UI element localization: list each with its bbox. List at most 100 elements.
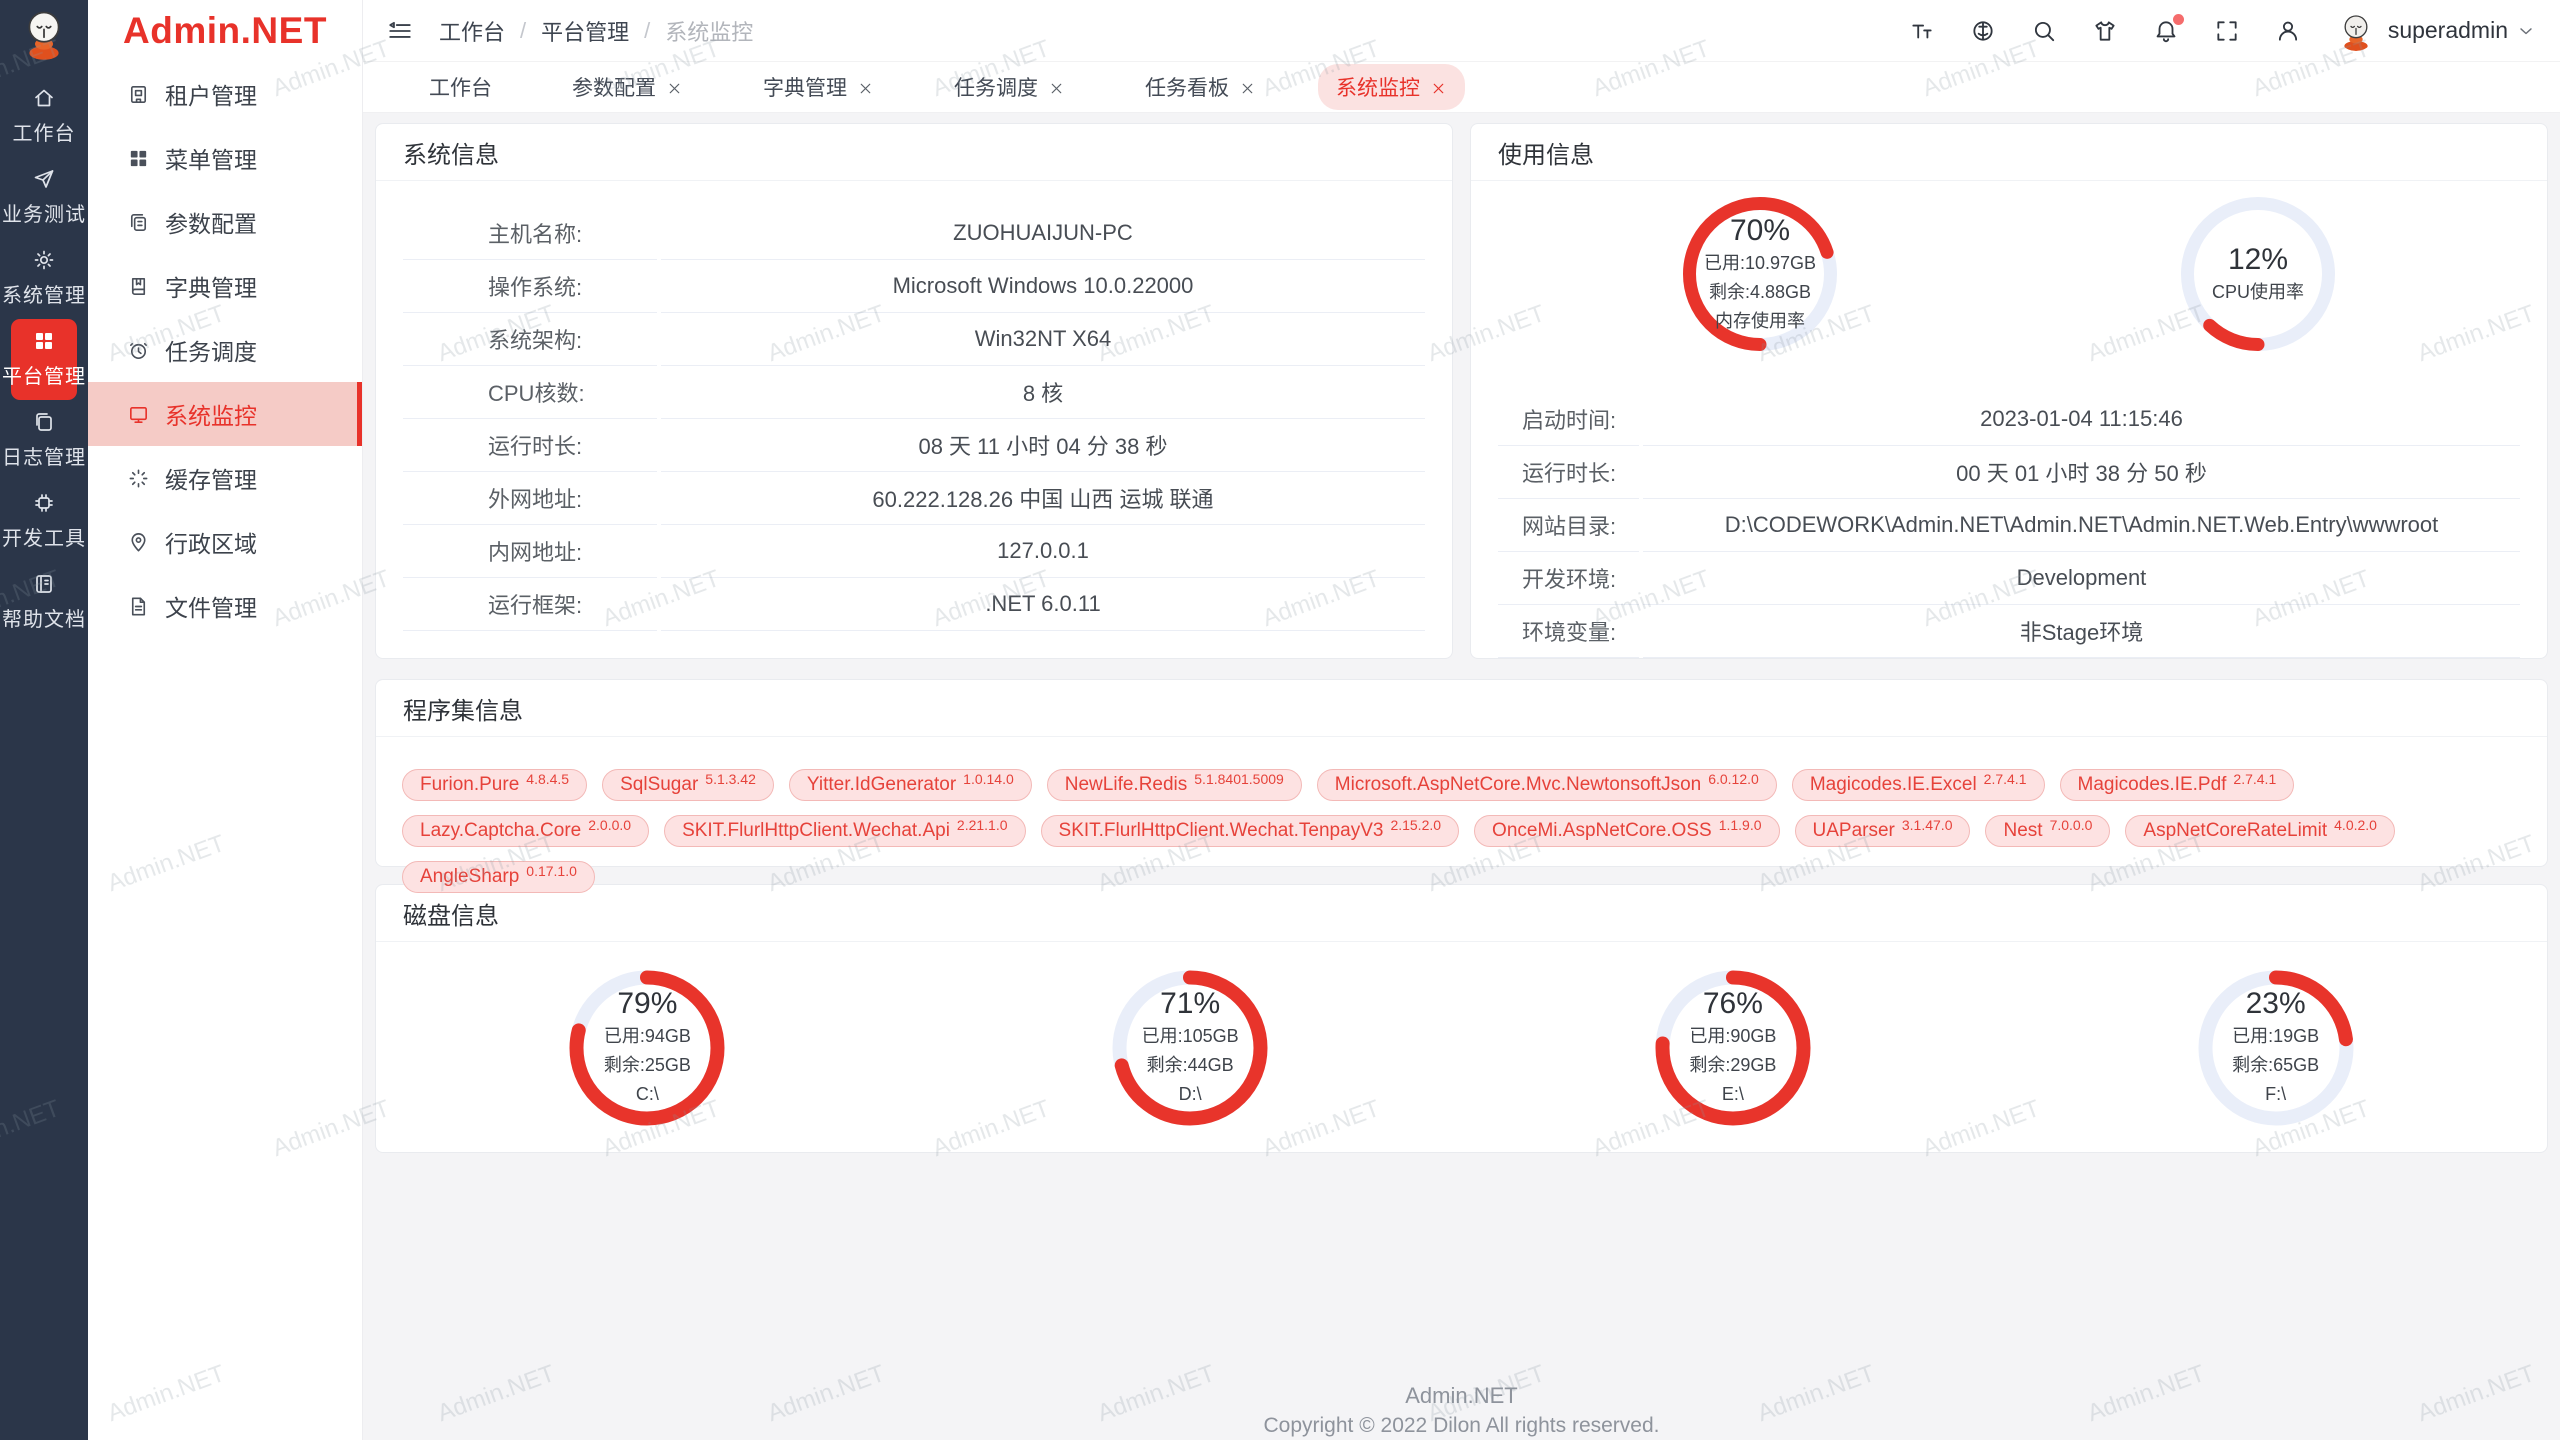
- notebook-icon: [32, 572, 56, 596]
- rail-item-1[interactable]: 业务测试: [0, 157, 88, 238]
- info-row-label: CPU核数:: [403, 366, 657, 419]
- rail-item-6[interactable]: 帮助文档: [0, 562, 88, 643]
- close-icon[interactable]: [1430, 79, 1447, 96]
- usage-info-table: 启动时间:2023-01-04 11:15:46运行时长:00 天 01 小时 …: [1498, 393, 2520, 658]
- assembly-tag: SKIT.FlurlHttpClient.Wechat.Api2.21.1.0: [664, 815, 1025, 847]
- info-row: 运行时长:08 天 11 小时 04 分 38 秒: [403, 419, 1425, 472]
- rail-item-0[interactable]: 工作台: [0, 76, 88, 157]
- rail-item-3[interactable]: 平台管理: [11, 319, 77, 400]
- rail-item-label: 平台管理: [2, 360, 86, 389]
- bell-icon[interactable]: [2153, 18, 2179, 44]
- info-row: 主机名称:ZUOHUAIJUN-PC: [403, 207, 1425, 260]
- gauge-79: 79%已用:94GB剩余:25GBC:\: [569, 970, 725, 1126]
- close-icon[interactable]: [1048, 79, 1065, 96]
- assembly-tag: Microsoft.AspNetCore.Mvc.NewtonsoftJson6…: [1317, 769, 1777, 801]
- close-icon[interactable]: [666, 79, 683, 96]
- font-size-icon[interactable]: [1909, 18, 1935, 44]
- footer-copyright: Copyright © 2022 Dilon All rights reserv…: [375, 1411, 2548, 1440]
- gauge-label: F:\: [2265, 1080, 2286, 1109]
- disk-info-card: 磁盘信息 79%已用:94GB剩余:25GBC:\71%已用:105GB剩余:4…: [375, 884, 2548, 1153]
- tab-4[interactable]: 任务看板: [1127, 64, 1274, 110]
- tab-5[interactable]: 系统监控: [1318, 64, 1465, 110]
- sidebar-item-label: 任务调度: [165, 333, 257, 367]
- gauge-percent: 12%: [2228, 242, 2288, 278]
- tab-2[interactable]: 字典管理: [745, 64, 892, 110]
- info-row-value: Microsoft Windows 10.0.22000: [661, 260, 1425, 313]
- breadcrumb-item-1[interactable]: 平台管理: [541, 15, 629, 47]
- assembly-version: 6.0.12.0: [1708, 771, 1759, 787]
- sidebar-item-label: 租户管理: [165, 77, 257, 111]
- info-row-label: 运行框架:: [403, 578, 657, 631]
- tab-0[interactable]: 工作台: [411, 64, 510, 110]
- fullscreen-icon[interactable]: [2214, 18, 2240, 44]
- app-logo-text[interactable]: Admin.NET: [88, 0, 362, 62]
- chevron-down-icon[interactable]: [2516, 21, 2536, 41]
- assembly-name: Magicodes.IE.Pdf: [2078, 774, 2227, 796]
- sidebar-item-1[interactable]: 菜单管理: [88, 126, 362, 190]
- info-row-value: 8 核: [661, 366, 1425, 419]
- assembly-name: SKIT.FlurlHttpClient.Wechat.TenpayV3: [1059, 820, 1384, 842]
- menu-fold-icon[interactable]: [387, 18, 413, 44]
- system-info-title: 系统信息: [376, 124, 1452, 181]
- breadcrumb-item-0[interactable]: 工作台: [439, 15, 505, 47]
- info-row: 运行框架:.NET 6.0.11: [403, 578, 1425, 631]
- info-row-value: .NET 6.0.11: [661, 578, 1425, 631]
- search-icon[interactable]: [2031, 18, 2057, 44]
- rail-item-4[interactable]: 日志管理: [0, 400, 88, 481]
- gauge-percent: 76%: [1703, 986, 1763, 1022]
- rail-item-2[interactable]: 系统管理: [0, 238, 88, 319]
- sidebar-item-6[interactable]: 缓存管理: [88, 446, 362, 510]
- gauge-percent: 71%: [1160, 986, 1220, 1022]
- sidebar-item-label: 行政区域: [165, 525, 257, 559]
- info-row-value: ZUOHUAIJUN-PC: [661, 207, 1425, 260]
- sidebar-item-5[interactable]: 系统监控: [88, 382, 362, 446]
- person-icon[interactable]: [2275, 18, 2301, 44]
- sidebar-item-7[interactable]: 行政区域: [88, 510, 362, 574]
- sidebar-item-4[interactable]: 任务调度: [88, 318, 362, 382]
- close-icon[interactable]: [857, 79, 874, 96]
- assembly-tag: AngleSharp0.17.1.0: [402, 861, 595, 893]
- info-row: 环境变量:非Stage环境: [1498, 605, 2520, 658]
- sidebar-item-label: 缓存管理: [165, 461, 257, 495]
- tab-1[interactable]: 参数配置: [554, 64, 701, 110]
- close-icon[interactable]: [1239, 79, 1256, 96]
- info-row: 外网地址:60.222.128.26 中国 山西 运城 联通: [403, 472, 1425, 525]
- gauge-label: 剩余:4.88GB: [1709, 278, 1811, 307]
- language-icon[interactable]: [1970, 18, 1996, 44]
- sidebar-item-label: 字典管理: [165, 269, 257, 303]
- tab-3[interactable]: 任务调度: [936, 64, 1083, 110]
- avatar[interactable]: [2336, 11, 2376, 51]
- gauge-percent: 70%: [1730, 213, 1790, 249]
- tab-label: 字典管理: [763, 72, 847, 102]
- home-icon: [32, 86, 56, 110]
- rail-nav: 工作台业务测试系统管理平台管理日志管理开发工具帮助文档: [0, 76, 88, 643]
- sidebar-item-0[interactable]: 租户管理: [88, 62, 362, 126]
- rail-item-5[interactable]: 开发工具: [0, 481, 88, 562]
- gauge-text: 70%已用:10.97GB剩余:4.88GB内存使用率: [1682, 196, 1838, 352]
- current-user[interactable]: superadmin: [2388, 17, 2508, 44]
- assembly-name: Yitter.IdGenerator: [807, 774, 956, 796]
- breadcrumb-item-2[interactable]: 系统监控: [665, 15, 753, 47]
- gauge-label: 剩余:44GB: [1147, 1051, 1234, 1080]
- tab-label: 工作台: [429, 72, 492, 102]
- info-row-value: 127.0.0.1: [661, 525, 1425, 578]
- assembly-version: 0.17.1.0: [526, 863, 577, 879]
- assembly-name: UAParser: [1813, 820, 1895, 842]
- info-row-value: Development: [1643, 552, 2520, 605]
- theme-icon[interactable]: [2092, 18, 2118, 44]
- assembly-name: OnceMi.AspNetCore.OSS: [1492, 820, 1712, 842]
- app-logo-mascot[interactable]: [17, 8, 71, 62]
- assembly-tag: Magicodes.IE.Excel2.7.4.1: [1792, 769, 2045, 801]
- system-info-table: 主机名称:ZUOHUAIJUN-PC操作系统:Microsoft Windows…: [403, 207, 1425, 631]
- disk-info-title: 磁盘信息: [376, 885, 2547, 942]
- assembly-tag: Magicodes.IE.Pdf2.7.4.1: [2060, 769, 2295, 801]
- sidebar-item-3[interactable]: 字典管理: [88, 254, 362, 318]
- notification-dot: [2173, 14, 2184, 25]
- assembly-name: Nest: [2003, 820, 2042, 842]
- info-row-value: Win32NT X64: [661, 313, 1425, 366]
- sidebar-item-8[interactable]: 文件管理: [88, 574, 362, 638]
- sidebar-item-2[interactable]: 参数配置: [88, 190, 362, 254]
- breadcrumb-separator: /: [520, 18, 526, 44]
- info-row-label: 运行时长:: [1498, 446, 1639, 499]
- assembly-version: 2.15.2.0: [1390, 817, 1441, 833]
